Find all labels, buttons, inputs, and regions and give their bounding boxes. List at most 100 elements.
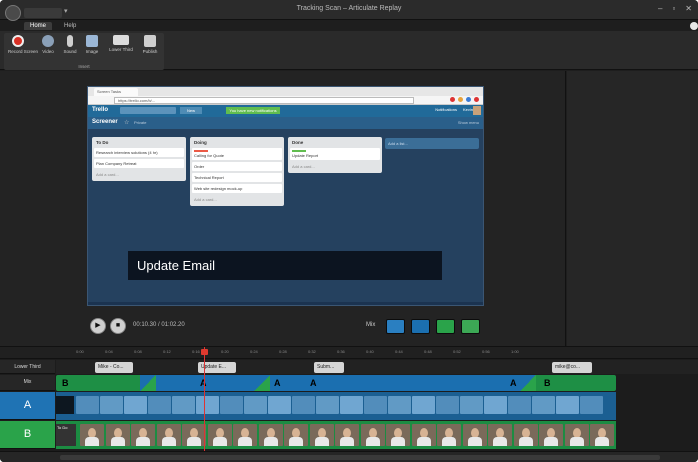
add-card: Add a card... bbox=[194, 197, 217, 202]
lower-third-clip[interactable]: Mike - Co... bbox=[95, 362, 133, 373]
waveform-segment bbox=[532, 396, 555, 414]
waveform-segment bbox=[556, 396, 579, 414]
track-header-mix: Mix bbox=[0, 375, 55, 391]
waveform-segment bbox=[436, 396, 459, 414]
tab-help[interactable]: Help bbox=[58, 22, 82, 30]
ruler-tick: 0:12 bbox=[163, 349, 171, 354]
image-button[interactable]: Image bbox=[82, 35, 102, 54]
waveform-segment bbox=[388, 396, 411, 414]
tab-home[interactable]: Home bbox=[24, 22, 53, 30]
lower-third-clip[interactable]: Subm... bbox=[314, 362, 344, 373]
waveform-segment bbox=[508, 396, 531, 414]
ruler-tick: 0:00 bbox=[76, 349, 84, 354]
minimize-button[interactable]: – bbox=[658, 4, 662, 13]
ribbon: Record Screen Video Sound Image Lower Th… bbox=[0, 31, 698, 70]
board-title: Screener bbox=[92, 119, 118, 125]
sound-button[interactable]: Sound bbox=[60, 35, 80, 54]
clip-thumbnail: To Do bbox=[56, 424, 76, 446]
waveform-segment bbox=[196, 396, 219, 414]
trello-notifications: Notifications bbox=[435, 107, 457, 112]
waveform-segment bbox=[268, 396, 291, 414]
timeline: 0:00 0:04 0:08 0:12 0:16 0:20 0:24 0:28 0:32 0:36… bbox=[0, 346, 698, 462]
publish-button[interactable]: Publish bbox=[140, 35, 160, 54]
play-button[interactable]: ▶ bbox=[90, 318, 106, 334]
list-title: Doing bbox=[194, 140, 207, 145]
publish-icon bbox=[144, 35, 156, 47]
video-frame-thumbnail bbox=[437, 424, 461, 446]
video-frame-thumbnail bbox=[335, 424, 359, 446]
star-icon: ☆ bbox=[124, 120, 130, 126]
close-button[interactable]: ✕ bbox=[685, 4, 692, 13]
video-preview[interactable]: Screen Tasks https://trello.com/b/... Tr… bbox=[87, 86, 484, 306]
ruler-tick: 0:36 bbox=[337, 349, 345, 354]
record-icon bbox=[12, 35, 24, 47]
time-ruler[interactable]: 0:00 0:04 0:08 0:12 0:16 0:20 0:24 0:28 0:32 0:36… bbox=[0, 347, 698, 359]
video-frame-thumbnail bbox=[309, 424, 334, 446]
waveform-segment bbox=[148, 396, 171, 414]
mix-track[interactable]: B A A A A A B bbox=[56, 375, 616, 391]
app-window: ▾ Tracking Scan – Articulate Replay – ▫ … bbox=[0, 0, 698, 462]
trello-new-button: New bbox=[180, 107, 202, 114]
mix-b-button[interactable] bbox=[436, 319, 455, 334]
preview-frame-bottom bbox=[88, 302, 483, 305]
ruler-tick: 0:28 bbox=[279, 349, 287, 354]
mix-pip-button[interactable] bbox=[461, 319, 480, 334]
mix-a-button[interactable] bbox=[411, 319, 430, 334]
lower-third-clip[interactable]: mike@co... bbox=[552, 362, 592, 373]
ruler-tick: 0:32 bbox=[308, 349, 316, 354]
ruler-tick: 0:44 bbox=[395, 349, 403, 354]
ruler-tick: 0:20 bbox=[221, 349, 229, 354]
video-frame-thumbnail bbox=[386, 424, 410, 446]
window-title: Tracking Scan – Articulate Replay bbox=[296, 5, 402, 12]
clip-thumbnail bbox=[56, 396, 74, 414]
ruler-tick: 0:48 bbox=[424, 349, 432, 354]
waveform-segment bbox=[364, 396, 387, 414]
video-frame-thumbnail bbox=[564, 424, 589, 446]
ruler-tick: 0:24 bbox=[250, 349, 258, 354]
track-a[interactable] bbox=[56, 392, 616, 420]
video-frame-thumbnail bbox=[258, 424, 283, 446]
playhead-handle[interactable] bbox=[201, 349, 208, 355]
title-bar: ▾ Tracking Scan – Articulate Replay – ▫ … bbox=[0, 0, 698, 21]
browser-tab: Screen Tasks bbox=[94, 88, 138, 96]
browser-toolbar-icons bbox=[450, 97, 479, 102]
video-frame-thumbnail bbox=[488, 424, 512, 446]
stop-button[interactable]: ■ bbox=[110, 318, 126, 334]
video-button[interactable]: Video bbox=[38, 35, 58, 54]
mix-ab-button[interactable] bbox=[386, 319, 405, 334]
board-menu: Show menu bbox=[457, 120, 479, 125]
video-frame-thumbnail bbox=[182, 424, 206, 446]
list-to-do: To Do Research interview solutions (4 hr… bbox=[92, 137, 186, 181]
trello-logo: Trello bbox=[92, 107, 109, 113]
timeline-scrollbar[interactable] bbox=[60, 455, 660, 460]
ruler-tick: 1:00 bbox=[511, 349, 519, 354]
track-b[interactable]: To Do bbox=[56, 421, 616, 449]
board-header: Screener ☆ Private Show menu bbox=[88, 117, 483, 129]
list-card: Order bbox=[192, 162, 282, 171]
video-frame-thumbnail bbox=[131, 424, 155, 446]
window-controls: – ▫ ✕ bbox=[658, 4, 692, 13]
trello-username: Kevin bbox=[462, 107, 473, 112]
lower-third-button[interactable]: Lower Third bbox=[108, 35, 134, 52]
video-frame-thumbnail bbox=[105, 424, 130, 446]
image-icon bbox=[86, 35, 98, 47]
browser-tab-strip: Screen Tasks bbox=[88, 87, 483, 96]
ruler-tick: 0:52 bbox=[453, 349, 461, 354]
insert-group: Record Screen Video Sound Image Lower Th… bbox=[4, 33, 164, 70]
waveform-segment bbox=[340, 396, 363, 414]
video-frame-thumbnail bbox=[539, 424, 563, 446]
timecode: 00:10.30 / 01:02.20 bbox=[133, 322, 185, 328]
trello-header: Trello New You have new notifications No… bbox=[88, 105, 483, 117]
list-card: Web site redesign mock-up bbox=[192, 184, 282, 193]
lower-third-icon bbox=[113, 35, 129, 45]
record-screen-button[interactable]: Record Screen bbox=[8, 35, 38, 54]
video-frame-thumbnail bbox=[156, 424, 181, 446]
webcam-icon bbox=[42, 35, 54, 47]
list-card: Plan Company Retreat bbox=[94, 159, 184, 168]
waveform-segment bbox=[100, 396, 123, 414]
playback-controls: ▶ ■ 00:10.30 / 01:02.20 Mix bbox=[0, 318, 566, 338]
mix-transition bbox=[254, 375, 270, 391]
maximize-button[interactable]: ▫ bbox=[672, 4, 675, 13]
playhead[interactable] bbox=[204, 347, 205, 462]
track-header-a: A bbox=[0, 392, 55, 420]
